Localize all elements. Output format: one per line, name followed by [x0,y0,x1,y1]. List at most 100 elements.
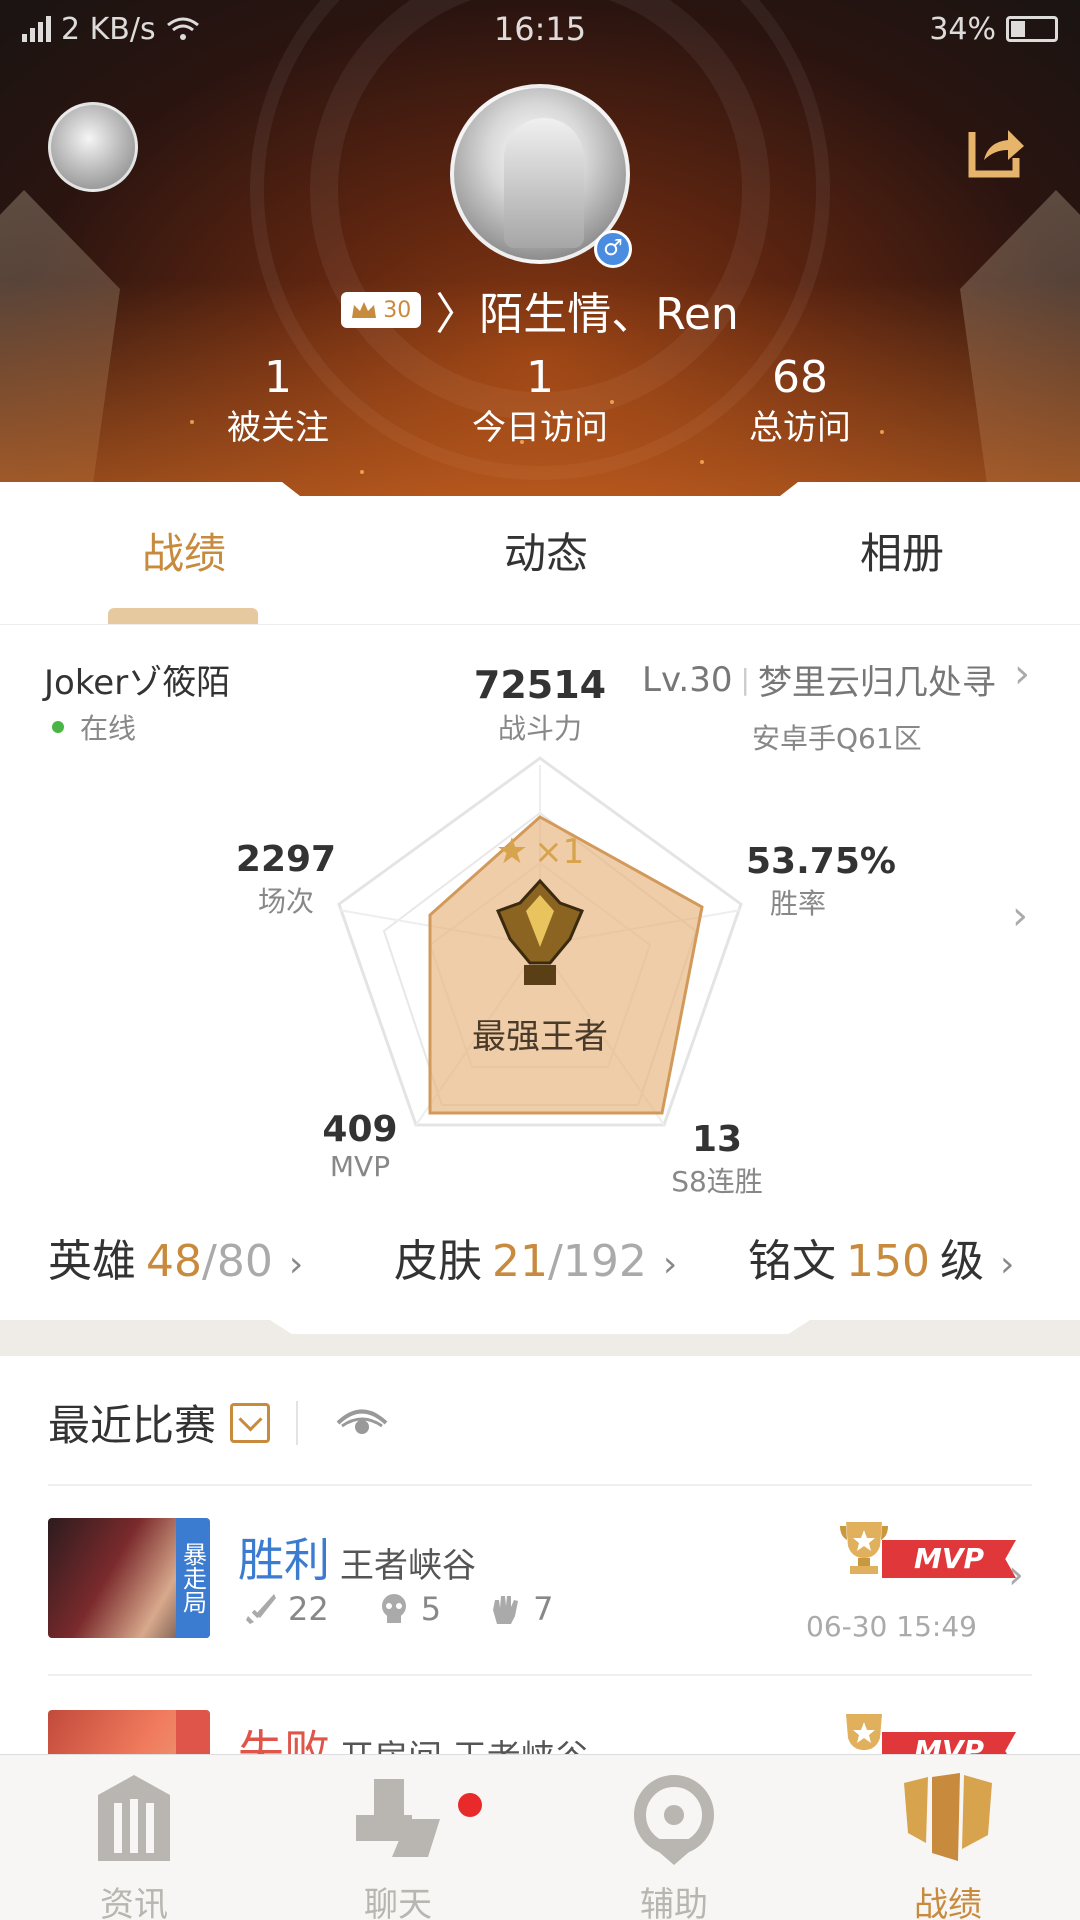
record-icon [904,1773,992,1861]
inscription-summary[interactable]: 铭文 150 级 › [748,1225,1014,1289]
stat-label: 被关注 [227,408,329,448]
skins-total: 192 [562,1236,647,1287]
server-name: 梦里云归几处寻 [757,663,996,703]
nav-label: 聊天 [364,1885,432,1920]
star-icon: ★ [495,831,529,872]
battery-icon [1006,16,1058,42]
stat-followers[interactable]: 1 被关注 [158,352,398,452]
news-icon [98,1775,170,1861]
level-value: 30 [383,297,412,323]
unread-dot [458,1793,482,1817]
match-result: 失败 [238,1725,330,1756]
eye-icon[interactable] [336,1406,388,1440]
rank-name: 最强王者 [472,1017,608,1057]
combat-power: 72514 战斗力 [440,663,640,747]
separator: | [740,663,750,696]
stat-total-visits[interactable]: 68 总访问 [680,352,920,452]
mvp-label: MVP [882,1540,1016,1578]
clock: 16:15 [493,10,587,48]
stat-value: 68 [772,352,828,403]
skull-icon [381,1594,406,1623]
collection-summary: 英雄 48/80 › 皮肤 21/192 › 铭文 150 级 › [0,1225,1080,1295]
nav-label: 战绩 [914,1885,982,1920]
recent-matches: 最近比赛 暴走局 胜利 王者峡谷 22 5 7 MVP 06-30 15:49 … [0,1356,1080,1756]
stat-label: 今日访问 [472,408,608,448]
radar-chart: ★ ×1 最强王者 [290,745,790,1145]
win-rate-value: 53.75% [746,841,896,882]
gender-male-icon: ♂ [594,230,632,268]
crown-icon [352,302,377,318]
profile-header: 2 KB/s 16:15 34% ♂ 30 〉陌生情、Ren 1 被关注 1 今… [0,0,1080,510]
chevron-right-icon: › [288,1244,304,1285]
chevron-right-icon[interactable]: › [1012,893,1028,939]
skins-label: 皮肤 [394,1236,482,1287]
game-level: Lv.30 [642,659,733,700]
skins-summary[interactable]: 皮肤 21/192 › [394,1225,677,1289]
chevron-right-icon: › [1008,1552,1024,1598]
nav-news[interactable]: 资讯 [34,1769,234,1920]
match-mode: 开房间·王者峡谷 [340,1730,589,1756]
match-mode: 王者峡谷 [340,1546,476,1586]
mode-tag: 暴走局 [176,1518,210,1638]
nav-label: 资讯 [100,1885,168,1920]
server-info[interactable]: Lv.30 | 梦里云归几处寻 [642,655,996,704]
stat-value: 1 [264,352,292,403]
heroes-total: 80 [216,1236,273,1287]
rank-stars: ★ ×1 [290,831,790,872]
share-icon[interactable] [966,118,1028,180]
tab-album[interactable]: 相册 [782,520,1022,581]
matches-value: 2297 [235,839,337,880]
profile-tabs: 战绩 动态 相册 [0,482,1080,624]
bottom-nav: 资讯 聊天 辅助 战绩 [0,1754,1080,1920]
match-row[interactable]: 尽 失败 开房间·王者峡谷 MVP [0,1710,1080,1756]
sword-icon [246,1594,276,1624]
streak-value: 13 [691,1119,743,1160]
stat-today-visits[interactable]: 1 今日访问 [420,352,660,452]
nav-label: 辅助 [640,1885,708,1920]
username: 〉陌生情、Ren [435,289,739,340]
section-gap [0,1320,1080,1356]
nav-assist[interactable]: 辅助 [574,1769,774,1920]
assist-icon [634,1775,714,1865]
power-label: 战斗力 [497,712,582,745]
record-card[interactable]: Jokerゾ筱陌 在线 72514 战斗力 Lv.30 | 梦里云归几处寻 › … [0,624,1080,1320]
skins-owned: 21 [492,1236,548,1287]
stat-value: 1 [526,352,554,403]
radar-streak: 13 S8连胜 [652,1119,782,1200]
chat-icon [356,1779,440,1857]
heroes-owned: 48 [146,1236,202,1287]
divider [48,1484,1032,1486]
chevron-right-icon[interactable]: › [1014,651,1030,697]
heroes-separator: / [202,1236,217,1287]
online-dot-icon [52,721,64,733]
radar-matches: 2297 场次 [226,839,346,920]
inscription-label: 铭文 [748,1236,836,1287]
nav-chat[interactable]: 聊天 [298,1769,498,1920]
mvp-label: MVP [882,1732,1016,1756]
radar-mvp: 409 MVP [300,1109,420,1183]
kda: 22 5 7 [244,1590,583,1628]
mode-tag: 尽 [176,1710,210,1756]
nav-record[interactable]: 战绩 [848,1769,1048,1920]
rank-emblem-icon [495,878,585,985]
power-value: 72514 [473,663,607,707]
mvp-label: MVP [329,1150,391,1183]
match-result: 胜利 [238,1533,330,1587]
divider [48,1674,1032,1676]
deaths-value: 5 [420,1590,442,1628]
mvp-value: 409 [322,1109,398,1150]
stat-label: 总访问 [749,408,851,448]
win-rate-label: 胜率 [770,887,827,920]
streak-label: S8连胜 [671,1165,763,1198]
match-time: 06-30 15:49 [806,1610,977,1643]
my-avatar[interactable] [48,102,138,192]
match-row[interactable]: 暴走局 胜利 王者峡谷 22 5 7 MVP 06-30 15:49 › [0,1518,1080,1698]
online-label: 在线 [80,712,137,745]
tab-record[interactable]: 战绩 [64,520,304,581]
dropdown-icon[interactable] [230,1402,271,1443]
tab-moments[interactable]: 动态 [426,520,666,581]
heroes-summary[interactable]: 英雄 48/80 › [48,1225,303,1289]
divider [296,1400,299,1445]
inscription-value: 150 [846,1236,930,1287]
tab-indicator [108,608,258,624]
